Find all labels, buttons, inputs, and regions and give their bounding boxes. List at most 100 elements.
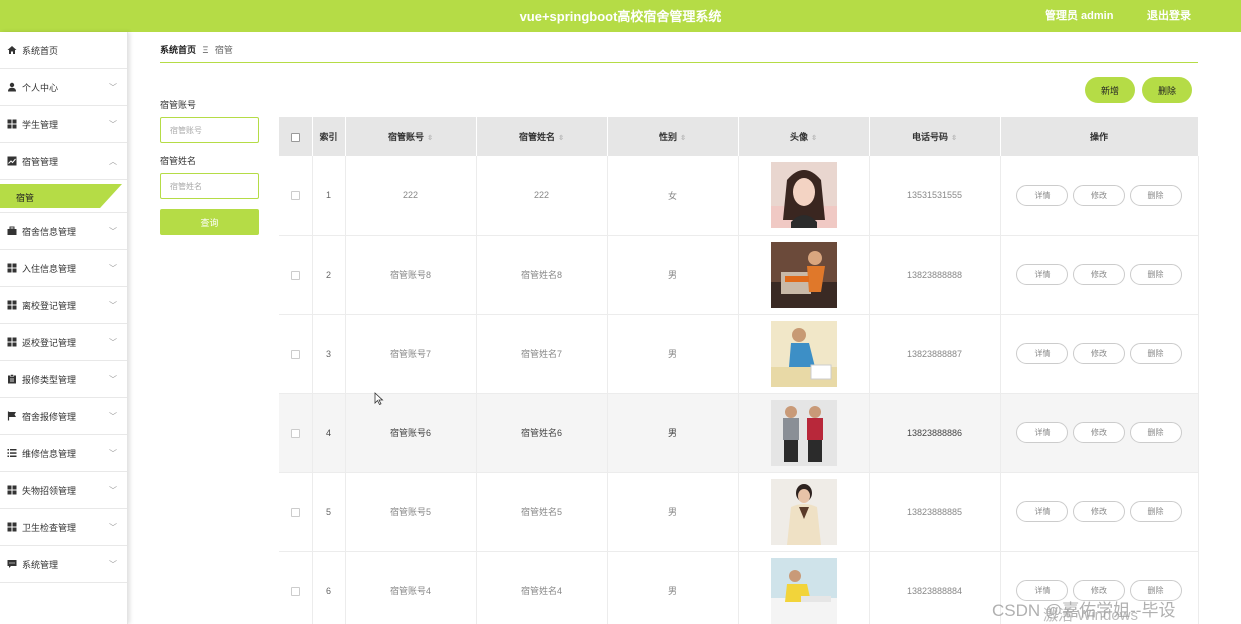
sidebar-item-label: 宿舍报修管理 <box>22 411 77 422</box>
data-table: 索引 宿管账号 ⇳ 宿管姓名 ⇳ 性别 ⇳ 头像 ⇳ 电话号码 ⇳ 操作 1 222 22… <box>279 117 1199 624</box>
grid-icon <box>7 337 17 347</box>
edit-button[interactable]: 修改 <box>1073 501 1125 522</box>
row-account: 宿管账号8 <box>345 235 477 315</box>
sort-icon[interactable]: ⇳ <box>680 135 686 142</box>
detail-button[interactable]: 详情 <box>1016 501 1069 522</box>
row-gender: 男 <box>607 314 739 394</box>
sidebar-item-profile[interactable]: 个人中心 ﹀ <box>0 69 127 106</box>
sidebar-item-students[interactable]: 学生管理 ﹀ <box>0 106 127 143</box>
sidebar-item-repair-types[interactable]: 报修类型管理 ﹀ <box>0 361 127 398</box>
detail-button[interactable]: 详情 <box>1016 343 1069 364</box>
column-header-gender[interactable]: 性别 ⇳ <box>607 117 739 156</box>
avatar-photo[interactable] <box>770 320 837 387</box>
sidebar: 系统首页 个人中心 ﹀ 学生管理 ﹀ 宿管管理 ︿ 宿管 宿舍信息管理 ﹀ 入住… <box>0 32 128 624</box>
breadcrumb-home[interactable]: 系统首页 <box>160 45 196 55</box>
column-header-name[interactable]: 宿管姓名 ⇳ <box>476 117 608 156</box>
sidebar-item-leave[interactable]: 离校登记管理 ﹀ <box>0 287 127 324</box>
sort-icon[interactable]: ⇳ <box>811 135 817 142</box>
column-header-phone[interactable]: 电话号码 ⇳ <box>869 117 1001 156</box>
avatar-photo[interactable] <box>770 478 837 545</box>
row-index: 2 <box>312 235 346 315</box>
submenu-dorm-manager[interactable]: 宿管 <box>0 180 127 213</box>
delete-button[interactable]: 删除 <box>1129 501 1182 522</box>
chevron-down-icon: ﹀ <box>109 449 117 458</box>
add-button[interactable]: 新增 <box>1085 77 1135 103</box>
sidebar-item-label: 宿管管理 <box>22 156 59 167</box>
edit-button[interactable]: 修改 <box>1073 184 1125 206</box>
row-checkbox[interactable] <box>290 191 300 201</box>
sidebar-item-home[interactable]: 系统首页 <box>0 32 127 69</box>
delete-button[interactable]: 删除 <box>1129 422 1182 443</box>
sidebar-item-label: 系统首页 <box>22 45 59 56</box>
sidebar-item-label: 失物招领管理 <box>22 485 77 496</box>
column-header-account[interactable]: 宿管账号 ⇳ <box>345 117 477 156</box>
sidebar-item-label: 维修信息管理 <box>22 448 77 459</box>
row-gender: 女 <box>607 156 739 236</box>
sidebar-item-hygiene[interactable]: 卫生检查管理 ﹀ <box>0 509 127 546</box>
row-index: 6 <box>312 551 346 624</box>
breadcrumb: 系统首页 Ξ 宿管 <box>160 43 1198 63</box>
search-button[interactable]: 查询 <box>160 209 259 235</box>
row-index: 5 <box>312 472 346 552</box>
grid-icon <box>7 485 17 495</box>
grid-icon <box>7 522 17 532</box>
sidebar-item-label: 个人中心 <box>22 82 59 93</box>
row-name: 宿管姓名7 <box>476 314 608 394</box>
breadcrumb-current: 宿管 <box>214 45 233 55</box>
row-name: 宿管姓名4 <box>476 551 608 624</box>
row-phone: 13823888888 <box>869 235 1001 315</box>
edit-button[interactable]: 修改 <box>1073 422 1125 443</box>
row-checkbox[interactable] <box>290 349 300 359</box>
row-checkbox[interactable] <box>290 586 300 596</box>
avatar-photo[interactable] <box>770 162 837 229</box>
detail-button[interactable]: 详情 <box>1016 184 1069 206</box>
sort-icon[interactable]: ⇳ <box>951 135 957 142</box>
sidebar-item-label: 离校登记管理 <box>22 300 77 311</box>
sidebar-item-dorm-managers[interactable]: 宿管管理 ︿ <box>0 143 127 180</box>
sidebar-item-label: 卫生检查管理 <box>22 522 77 533</box>
row-name: 222 <box>476 156 608 236</box>
select-all-checkbox[interactable] <box>290 132 300 142</box>
current-user: 管理员 admin <box>1045 10 1114 22</box>
sidebar-item-label: 宿舍信息管理 <box>22 226 77 237</box>
avatar-photo[interactable] <box>770 557 837 624</box>
chevron-down-icon: ﹀ <box>109 83 117 92</box>
detail-button[interactable]: 详情 <box>1016 422 1069 443</box>
delete-button[interactable]: 删除 <box>1129 343 1182 364</box>
row-checkbox[interactable] <box>290 507 300 517</box>
chevron-down-icon: ﹀ <box>109 227 117 236</box>
chart-icon <box>7 156 17 166</box>
sidebar-item-checkin[interactable]: 入住信息管理 ﹀ <box>0 250 127 287</box>
sort-icon[interactable]: ⇳ <box>427 135 433 142</box>
grid-icon <box>7 300 17 310</box>
delete-button[interactable]: 删除 <box>1129 264 1182 285</box>
edit-button[interactable]: 修改 <box>1073 264 1125 285</box>
account-search-input[interactable] <box>160 117 259 143</box>
row-gender: 男 <box>607 235 739 315</box>
sidebar-item-return[interactable]: 返校登记管理 ﹀ <box>0 324 127 361</box>
logout-link[interactable]: 退出登录 <box>1147 7 1191 23</box>
row-account: 宿管账号6 <box>345 393 477 473</box>
sidebar-item-dorm-repairs[interactable]: 宿舍报修管理 ﹀ <box>0 398 127 435</box>
sidebar-item-label: 报修类型管理 <box>22 374 77 385</box>
breadcrumb-separator: Ξ <box>202 45 209 55</box>
sidebar-item-lost-found[interactable]: 失物招领管理 ﹀ <box>0 472 127 509</box>
sidebar-item-system[interactable]: 系统管理 ﹀ <box>0 546 127 583</box>
row-checkbox[interactable] <box>290 270 300 280</box>
sort-icon[interactable]: ⇳ <box>558 135 564 142</box>
table-header-row: 索引 宿管账号 ⇳ 宿管姓名 ⇳ 性别 ⇳ 头像 ⇳ 电话号码 ⇳ 操作 <box>279 117 1199 156</box>
edit-button[interactable]: 修改 <box>1073 343 1125 364</box>
column-header-avatar[interactable]: 头像 ⇳ <box>738 117 870 156</box>
sidebar-item-dorm-info[interactable]: 宿舍信息管理 ﹀ <box>0 213 127 250</box>
avatar-photo[interactable] <box>770 399 837 466</box>
delete-button[interactable]: 删除 <box>1129 184 1182 206</box>
sidebar-item-maintenance[interactable]: 维修信息管理 ﹀ <box>0 435 127 472</box>
batch-delete-button[interactable]: 删除 <box>1142 77 1192 103</box>
avatar-photo[interactable] <box>770 241 837 308</box>
row-checkbox[interactable] <box>290 428 300 438</box>
chevron-down-icon: ﹀ <box>109 523 117 532</box>
chevron-up-icon: ︿ <box>109 157 117 166</box>
name-search-input[interactable] <box>160 173 259 199</box>
column-header-index: 索引 <box>312 117 346 156</box>
detail-button[interactable]: 详情 <box>1016 264 1069 285</box>
